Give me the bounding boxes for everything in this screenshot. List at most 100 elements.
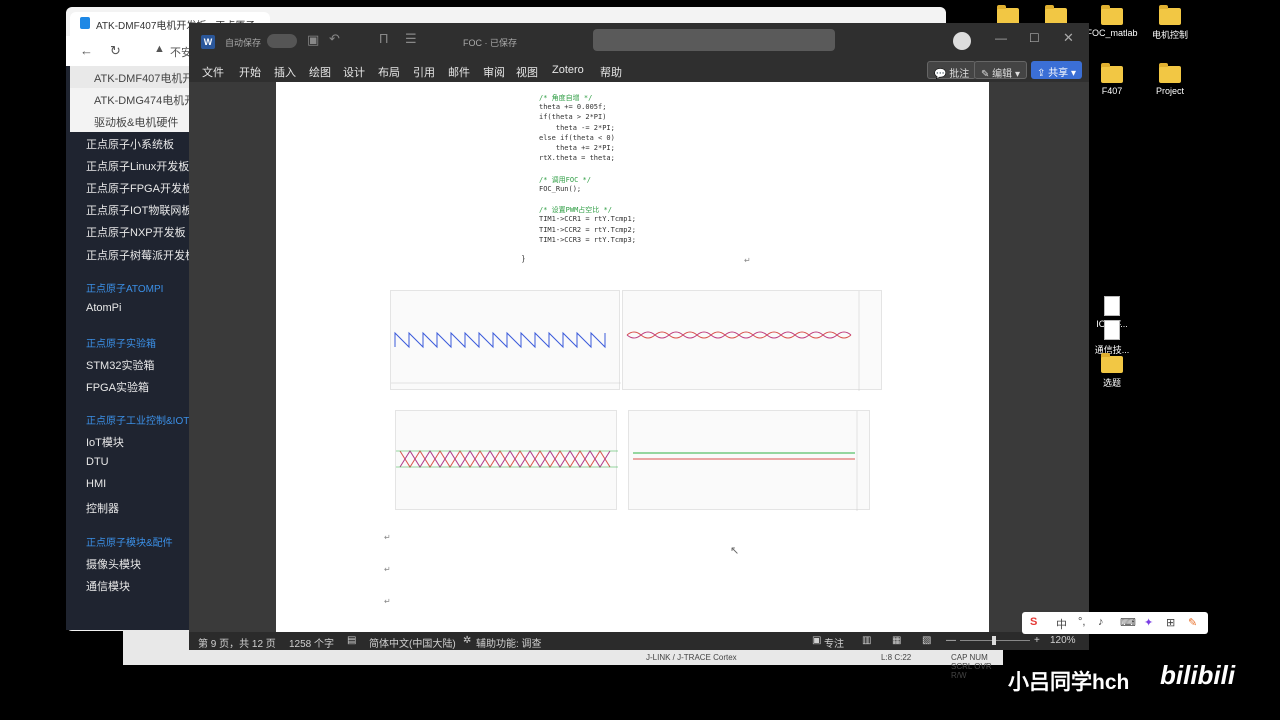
accessibility-status[interactable]: 辅助功能: 调查	[476, 635, 542, 650]
mouse-cursor-icon: ↖	[730, 545, 740, 557]
format-painter-icon[interactable]: Π	[379, 31, 388, 46]
menu-item[interactable]: 视图	[516, 64, 538, 80]
menu-item[interactable]: 开始	[239, 64, 261, 80]
ime-toolbar: S 中 °, ♪ ⌨ ✦ ⊞ ✎	[1022, 612, 1208, 634]
sidebar-item[interactable]: HMI	[86, 478, 106, 490]
code-line: theta -= 2*PI;	[539, 123, 615, 132]
ime-language[interactable]: 中	[1056, 616, 1067, 632]
read-mode-icon[interactable]: ▥	[862, 635, 871, 646]
sogou-icon[interactable]: S	[1030, 616, 1037, 628]
menu-item[interactable]: 插入	[274, 64, 296, 80]
sidebar-item[interactable]: FPGA实验箱	[86, 379, 149, 395]
word-count[interactable]: 1258 个字	[289, 635, 334, 650]
menu-item[interactable]: 设计	[343, 64, 365, 80]
avatar[interactable]	[953, 32, 971, 50]
desktop-icon[interactable]: 通信技...	[1082, 320, 1142, 356]
menu-item[interactable]: 布局	[378, 64, 400, 80]
keil-flags: CAP NUM SCRL OVR R/W	[951, 653, 992, 680]
toolbox-icon[interactable]: ⊞	[1166, 616, 1175, 629]
sidebar-item[interactable]: 正点原子NXP开发板	[86, 224, 186, 240]
focus-mode[interactable]: 专注	[824, 635, 844, 650]
folder-icon	[1101, 5, 1123, 25]
desktop-icon[interactable]: 电机控制	[1140, 5, 1200, 41]
edit-button[interactable]: ✎ 编辑 ▾	[974, 61, 1027, 80]
menu-item[interactable]: Zotero	[552, 64, 584, 76]
microphone-icon[interactable]: ♪	[1098, 616, 1104, 628]
sidebar-top-item[interactable]: ATK-DMF407电机开...	[70, 66, 189, 88]
sidebar-item[interactable]: STM32实验箱	[86, 357, 154, 373]
accessibility-icon[interactable]: ✲	[463, 635, 471, 646]
menu-item[interactable]: 绘图	[309, 64, 331, 80]
document-title[interactable]: FOC · 已保存	[463, 36, 517, 49]
sidebar-item[interactable]: 摄像头模块	[86, 556, 141, 572]
language-indicator[interactable]: 简体中文(中国大陆)	[369, 635, 456, 650]
skin-icon[interactable]: ✦	[1144, 616, 1153, 629]
desktop-icon[interactable]: 选题	[1082, 353, 1142, 389]
list-icon[interactable]: ☰	[405, 31, 417, 47]
reload-icon[interactable]: ↻	[110, 43, 121, 59]
search-box[interactable]	[593, 29, 835, 51]
paragraph-mark: ↵	[384, 565, 391, 574]
file-icon	[1104, 296, 1120, 316]
autosave-toggle[interactable]	[267, 34, 297, 48]
code-comment-line: /* 设置PWM占空比 */	[539, 206, 612, 215]
zoom-out-icon[interactable]: —	[946, 635, 956, 646]
back-icon[interactable]: ←	[80, 43, 93, 58]
minimize-icon[interactable]: —	[995, 31, 1007, 45]
zoom-in-icon[interactable]: +	[1034, 635, 1040, 646]
bilibili-logo: bilibili	[1160, 660, 1236, 690]
sidebar-top-item[interactable]: 驱动板&电机硬件	[70, 110, 189, 132]
focus-icon[interactable]: ▣	[812, 635, 821, 646]
menu-icon[interactable]: ✎	[1188, 616, 1197, 629]
menu-item[interactable]: 邮件	[448, 64, 470, 80]
sidebar-item[interactable]: 正点原子FPGA开发板	[86, 180, 193, 196]
menu-item[interactable]: 审阅	[483, 64, 505, 80]
folder-icon	[1159, 63, 1181, 83]
triangle-wave-set	[396, 450, 618, 468]
print-layout-icon[interactable]: ▦	[892, 635, 901, 646]
edit-button-label: 编辑	[992, 69, 1013, 80]
folder-icon	[1101, 353, 1123, 373]
sidebar-item[interactable]: 控制器	[86, 500, 119, 516]
plot-phase-sines	[622, 290, 882, 391]
sidebar-top-item[interactable]: ATK-DMG474电机开...	[70, 88, 189, 110]
undo-icon[interactable]: ↶	[329, 31, 340, 47]
security-warning-icon[interactable]: ▲	[154, 43, 165, 55]
sidebar-item[interactable]: 正点原子IOT物联网板	[86, 202, 192, 218]
menu-item[interactable]: 帮助	[600, 64, 622, 80]
sidebar-section-heading: 正点原子ATOMPI	[86, 284, 164, 295]
zoom-slider-thumb[interactable]	[992, 636, 996, 645]
keyboard-icon[interactable]: ⌨	[1120, 616, 1136, 629]
sidebar-section-heading: 正点原子工业控制&IOT	[86, 416, 190, 427]
paragraph-mark: ↵	[384, 533, 391, 542]
sidebar-item[interactable]: DTU	[86, 456, 109, 468]
uploader-watermark: 小吕同学hch	[1008, 671, 1130, 694]
page-count[interactable]: 第 9 页，共 12 页	[198, 635, 276, 650]
desktop-icon[interactable]: FOC_matlab	[1082, 5, 1142, 38]
sidebar-item[interactable]: AtomPi	[86, 302, 121, 314]
close-icon[interactable]: ✕	[1063, 30, 1074, 46]
comment-button[interactable]: 💬 批注	[927, 61, 977, 80]
zoom-level[interactable]: 120%	[1050, 635, 1076, 646]
desktop-icon[interactable]: Project	[1140, 63, 1200, 96]
menu-item[interactable]: 文件	[202, 64, 224, 80]
punctuation-icon[interactable]: °,	[1078, 616, 1085, 628]
maximize-icon[interactable]: ☐	[1029, 31, 1040, 45]
desktop-icon[interactable]: F407	[1082, 63, 1142, 96]
sidebar-item[interactable]: IoT模块	[86, 434, 124, 450]
proofing-icon[interactable]: ▤	[347, 635, 356, 646]
sidebar-item[interactable]: 正点原子Linux开发板	[86, 158, 189, 174]
paragraph-mark: ↵	[384, 597, 391, 606]
desktop-icon-label: 电机控制	[1151, 30, 1188, 40]
autosave-label: 自动保存	[225, 38, 262, 48]
menu-item[interactable]: 引用	[413, 64, 435, 80]
sidebar-item[interactable]: 通信模块	[86, 578, 130, 594]
share-button[interactable]: ⇪ 共享 ▾	[1031, 61, 1082, 79]
web-layout-icon[interactable]: ▧	[922, 635, 931, 646]
sidebar-item[interactable]: 正点原子树莓派开发板	[86, 247, 196, 263]
desktop-icon-label: FOC_matlab	[1086, 28, 1138, 38]
save-icon[interactable]: ▣	[307, 32, 319, 48]
code-comment-line: /* 角度自增 */	[539, 94, 593, 102]
code-line: TIM1->CCR2 = rtY.Tcmp2;	[539, 225, 636, 234]
sidebar-item[interactable]: 正点原子小系统板	[86, 136, 174, 152]
